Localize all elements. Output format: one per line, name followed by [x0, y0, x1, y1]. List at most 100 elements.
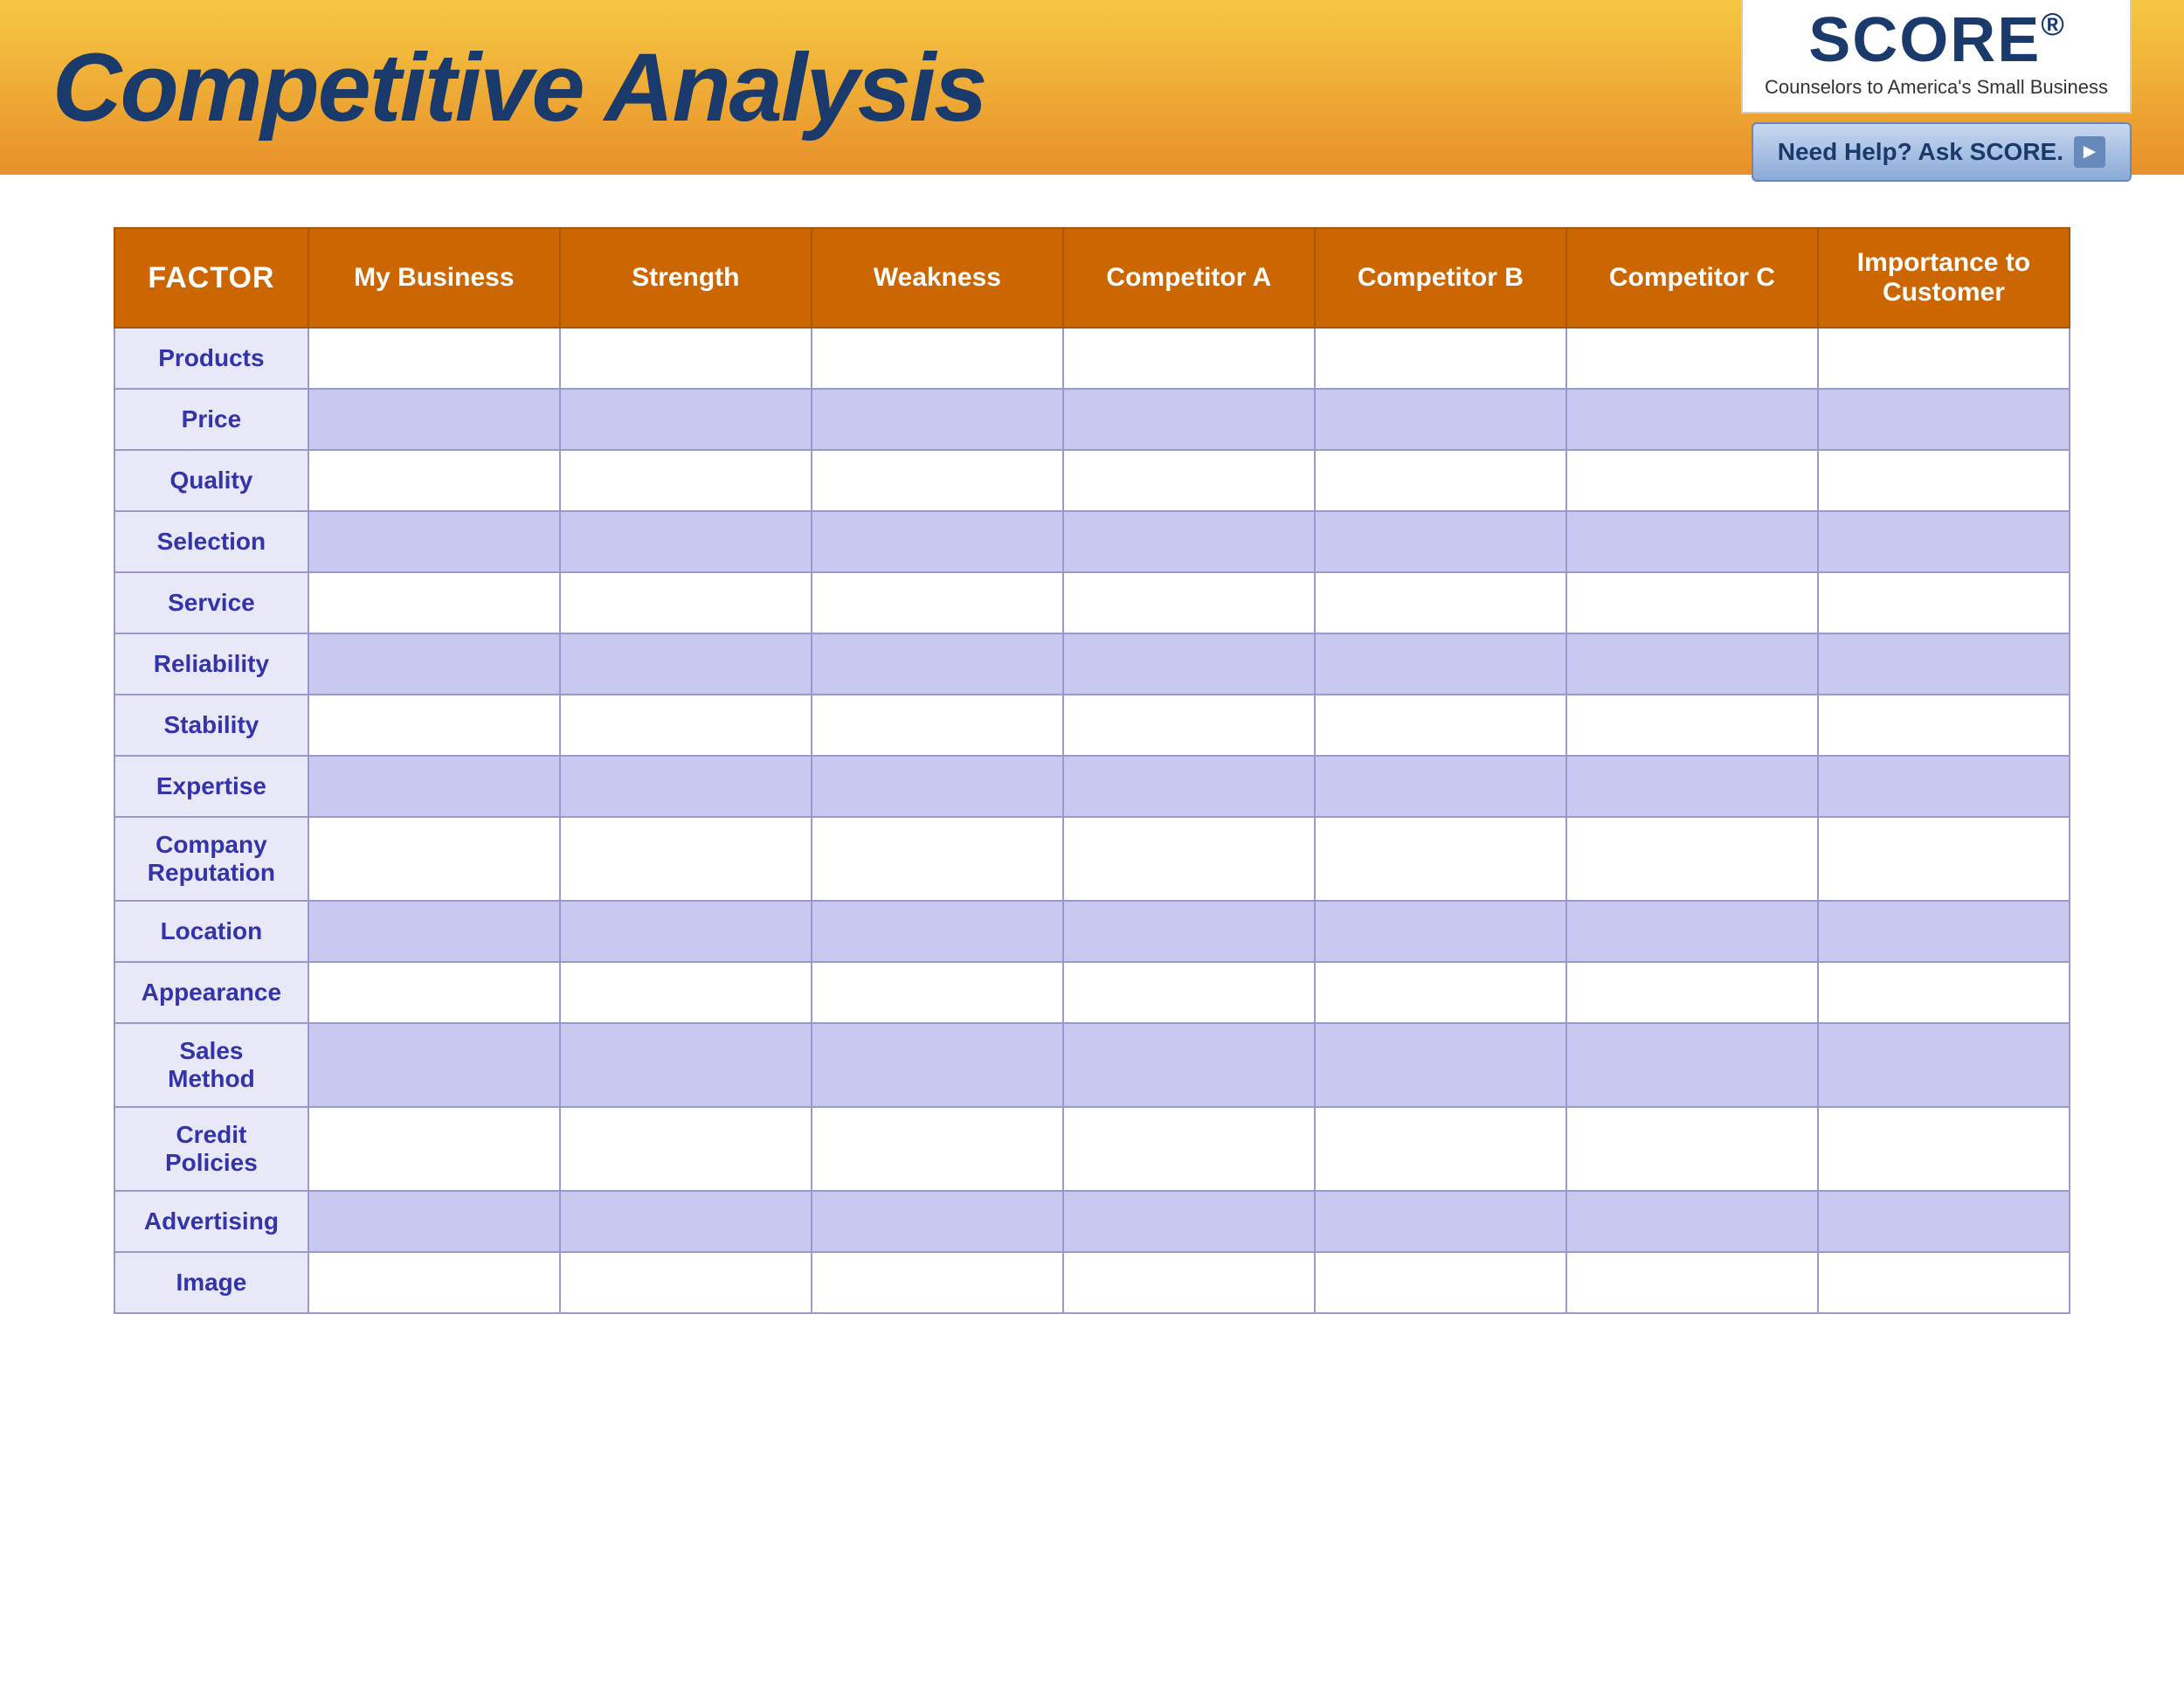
data-cell[interactable] — [1818, 389, 2070, 450]
data-cell[interactable] — [1566, 1107, 1818, 1191]
data-cell[interactable] — [308, 450, 560, 511]
data-cell[interactable] — [1315, 1107, 1566, 1191]
data-cell[interactable] — [308, 572, 560, 633]
data-cell[interactable] — [812, 1023, 1063, 1107]
data-cell[interactable] — [1818, 817, 2070, 901]
data-cell[interactable] — [1063, 511, 1315, 572]
data-cell[interactable] — [1063, 901, 1315, 962]
data-cell[interactable] — [1818, 756, 2070, 817]
data-cell[interactable] — [1063, 572, 1315, 633]
data-cell[interactable] — [812, 450, 1063, 511]
data-cell[interactable] — [812, 695, 1063, 756]
data-cell[interactable] — [812, 389, 1063, 450]
data-cell[interactable] — [812, 328, 1063, 389]
data-cell[interactable] — [1063, 328, 1315, 389]
data-cell[interactable] — [308, 1023, 560, 1107]
data-cell[interactable] — [1315, 572, 1566, 633]
data-cell[interactable] — [812, 511, 1063, 572]
data-cell[interactable] — [560, 633, 812, 695]
data-cell[interactable] — [308, 1107, 560, 1191]
data-cell[interactable] — [812, 1107, 1063, 1191]
data-cell[interactable] — [1063, 1107, 1315, 1191]
data-cell[interactable] — [812, 572, 1063, 633]
data-cell[interactable] — [308, 389, 560, 450]
data-cell[interactable] — [308, 328, 560, 389]
data-cell[interactable] — [308, 817, 560, 901]
data-cell[interactable] — [1315, 1023, 1566, 1107]
data-cell[interactable] — [560, 1107, 812, 1191]
data-cell[interactable] — [1566, 1252, 1818, 1313]
data-cell[interactable] — [1063, 633, 1315, 695]
data-cell[interactable] — [1818, 572, 2070, 633]
help-button[interactable]: Need Help? Ask SCORE. ► — [1752, 122, 2132, 182]
data-cell[interactable] — [812, 817, 1063, 901]
data-cell[interactable] — [560, 817, 812, 901]
data-cell[interactable] — [1063, 1252, 1315, 1313]
data-cell[interactable] — [1315, 450, 1566, 511]
data-cell[interactable] — [560, 1023, 812, 1107]
data-cell[interactable] — [308, 633, 560, 695]
data-cell[interactable] — [560, 511, 812, 572]
data-cell[interactable] — [1566, 1023, 1818, 1107]
data-cell[interactable] — [1315, 962, 1566, 1023]
data-cell[interactable] — [1566, 389, 1818, 450]
data-cell[interactable] — [1063, 695, 1315, 756]
data-cell[interactable] — [1566, 633, 1818, 695]
data-cell[interactable] — [1566, 756, 1818, 817]
data-cell[interactable] — [560, 695, 812, 756]
data-cell[interactable] — [812, 962, 1063, 1023]
data-cell[interactable] — [1315, 695, 1566, 756]
data-cell[interactable] — [1063, 962, 1315, 1023]
data-cell[interactable] — [1818, 633, 2070, 695]
data-cell[interactable] — [560, 756, 812, 817]
data-cell[interactable] — [1566, 450, 1818, 511]
data-cell[interactable] — [308, 511, 560, 572]
data-cell[interactable] — [1315, 328, 1566, 389]
data-cell[interactable] — [1818, 450, 2070, 511]
data-cell[interactable] — [308, 1191, 560, 1252]
data-cell[interactable] — [308, 901, 560, 962]
data-cell[interactable] — [1566, 328, 1818, 389]
data-cell[interactable] — [1818, 511, 2070, 572]
data-cell[interactable] — [1818, 328, 2070, 389]
data-cell[interactable] — [1818, 901, 2070, 962]
data-cell[interactable] — [560, 328, 812, 389]
data-cell[interactable] — [1818, 695, 2070, 756]
data-cell[interactable] — [1315, 1252, 1566, 1313]
data-cell[interactable] — [1063, 389, 1315, 450]
data-cell[interactable] — [1818, 1252, 2070, 1313]
data-cell[interactable] — [1566, 901, 1818, 962]
data-cell[interactable] — [560, 389, 812, 450]
data-cell[interactable] — [1566, 1191, 1818, 1252]
data-cell[interactable] — [1818, 962, 2070, 1023]
data-cell[interactable] — [1315, 633, 1566, 695]
data-cell[interactable] — [308, 756, 560, 817]
data-cell[interactable] — [1818, 1107, 2070, 1191]
data-cell[interactable] — [1315, 756, 1566, 817]
data-cell[interactable] — [1063, 817, 1315, 901]
data-cell[interactable] — [1566, 817, 1818, 901]
data-cell[interactable] — [812, 756, 1063, 817]
data-cell[interactable] — [308, 695, 560, 756]
data-cell[interactable] — [812, 633, 1063, 695]
data-cell[interactable] — [1063, 1191, 1315, 1252]
data-cell[interactable] — [1063, 756, 1315, 817]
data-cell[interactable] — [560, 450, 812, 511]
data-cell[interactable] — [1818, 1191, 2070, 1252]
data-cell[interactable] — [812, 901, 1063, 962]
data-cell[interactable] — [560, 1252, 812, 1313]
data-cell[interactable] — [1818, 1023, 2070, 1107]
data-cell[interactable] — [560, 1191, 812, 1252]
data-cell[interactable] — [560, 901, 812, 962]
data-cell[interactable] — [1566, 572, 1818, 633]
data-cell[interactable] — [1566, 695, 1818, 756]
data-cell[interactable] — [1315, 1191, 1566, 1252]
data-cell[interactable] — [812, 1252, 1063, 1313]
data-cell[interactable] — [560, 572, 812, 633]
data-cell[interactable] — [1063, 450, 1315, 511]
data-cell[interactable] — [1566, 962, 1818, 1023]
data-cell[interactable] — [1566, 511, 1818, 572]
data-cell[interactable] — [308, 1252, 560, 1313]
data-cell[interactable] — [560, 962, 812, 1023]
data-cell[interactable] — [1063, 1023, 1315, 1107]
